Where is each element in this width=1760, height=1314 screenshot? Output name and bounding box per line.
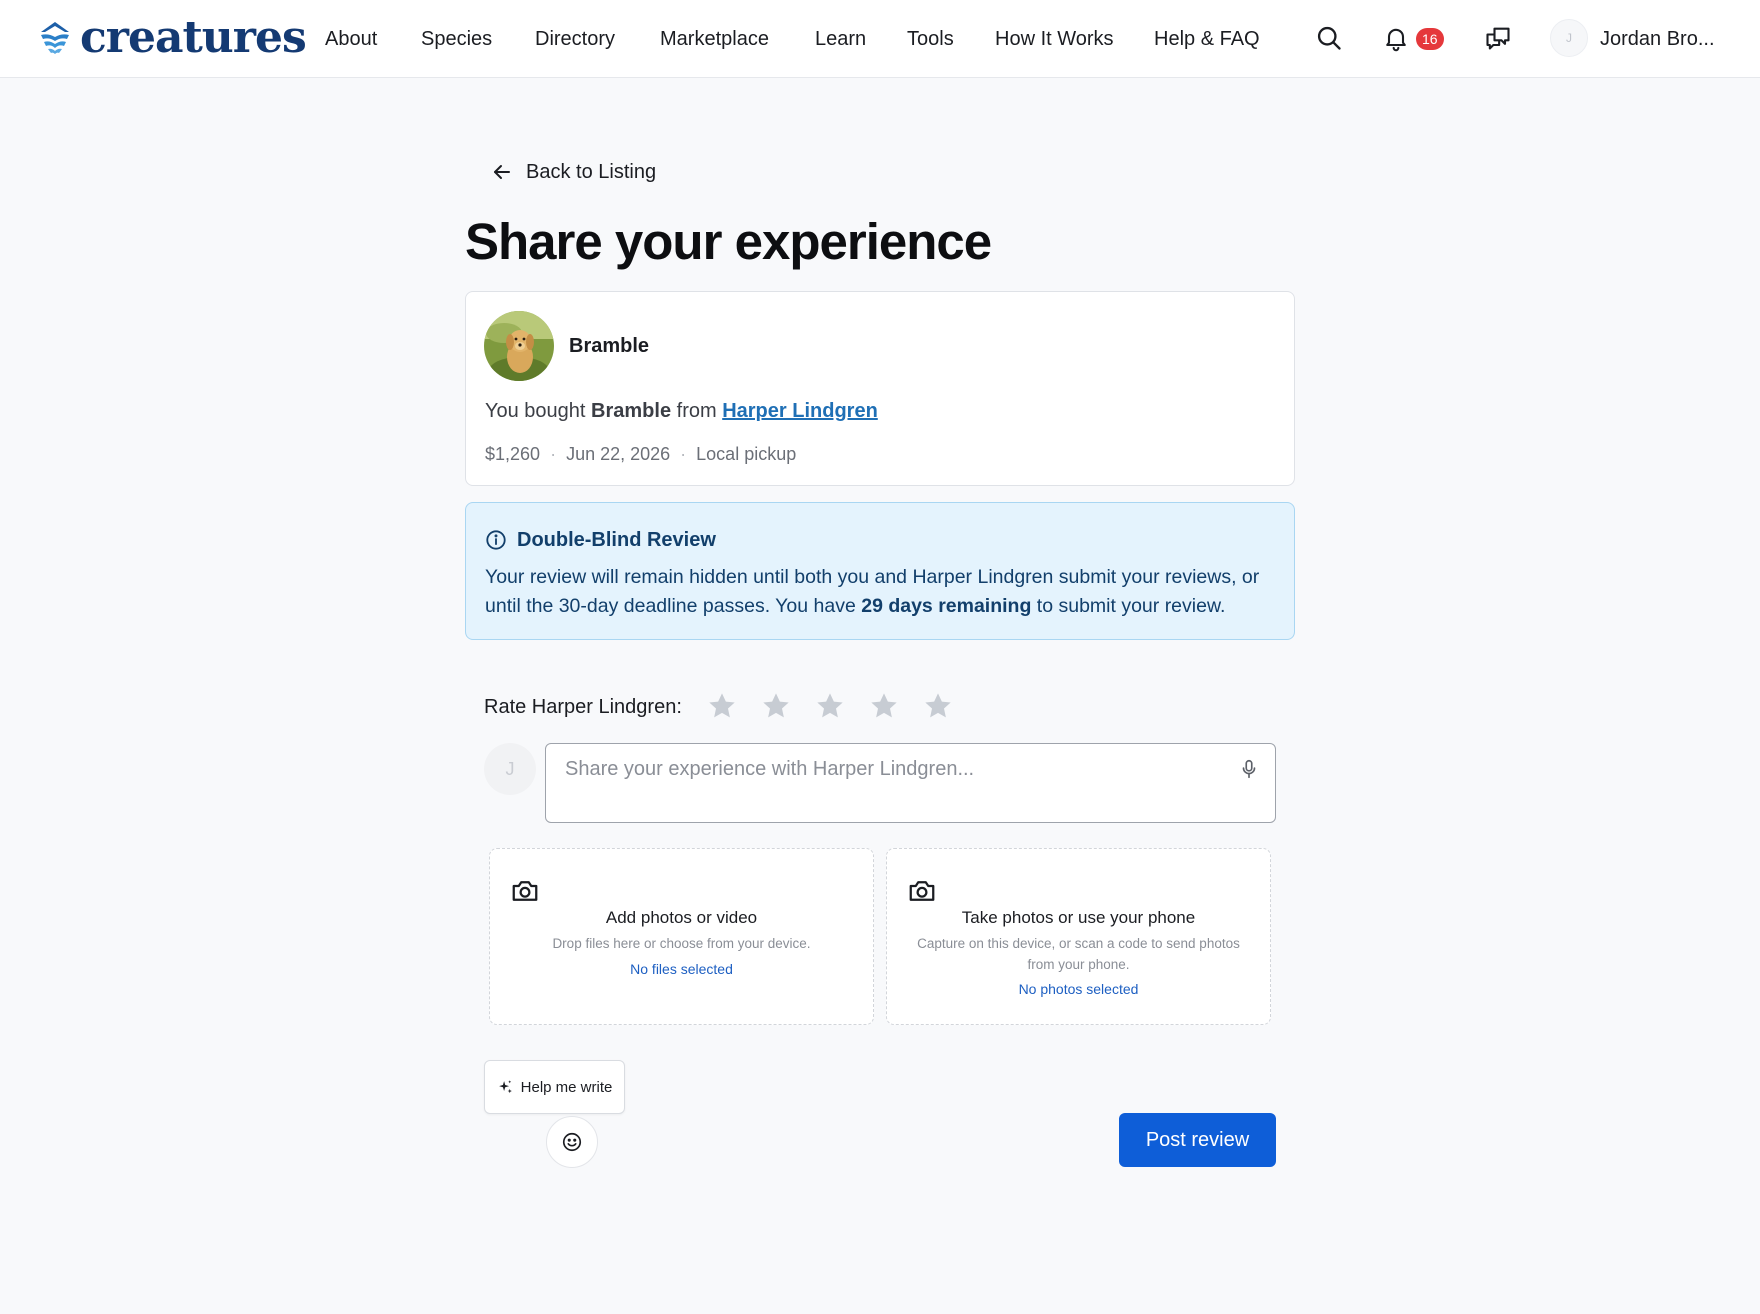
- star-1-icon[interactable]: [706, 690, 738, 722]
- notice-heading: Double-Blind Review: [485, 527, 716, 553]
- post-review-button[interactable]: Post review: [1119, 1113, 1276, 1167]
- nav-directory[interactable]: Directory: [535, 26, 615, 52]
- commenter-avatar: J: [484, 743, 536, 795]
- purchased-item: Bramble: [591, 400, 672, 422]
- notice-text: Your review will remain hidden until bot…: [485, 563, 1285, 621]
- top-navigation: creatures About Species Directory Market…: [0, 0, 1760, 78]
- search-icon[interactable]: [1313, 22, 1345, 54]
- camera-icon: [512, 881, 538, 901]
- phone-photos-dropzone[interactable]: Take photos or use your phone Capture on…: [886, 848, 1271, 1025]
- smiley-icon: [562, 1132, 582, 1152]
- upload-status: No photos selected: [1018, 981, 1139, 997]
- help-me-write-label: Help me write: [520, 1078, 613, 1096]
- logo-mark-icon: [41, 22, 69, 54]
- meta-separator: ·: [680, 444, 687, 464]
- upload-subtitle: Capture on this device, or scan a code t…: [917, 936, 1240, 972]
- meta-separator: ·: [550, 444, 557, 464]
- notice-text-end: to submit your review.: [1031, 595, 1226, 617]
- user-name[interactable]: Jordan Bro...: [1600, 26, 1715, 52]
- arrow-left-icon: [494, 165, 510, 179]
- emoji-picker-button[interactable]: [546, 1116, 598, 1168]
- purchase-price: $1,260: [485, 444, 541, 464]
- nav-how-it-works[interactable]: How It Works: [995, 26, 1114, 52]
- nav-tools[interactable]: Tools: [907, 26, 954, 52]
- rating-label: Rate Harper Lindgren:: [484, 696, 682, 718]
- help-me-write-button[interactable]: Help me write: [484, 1060, 625, 1114]
- notification-count-badge: 16: [1416, 28, 1444, 50]
- nav-about[interactable]: About: [325, 26, 377, 52]
- back-to-listing-link[interactable]: Back to Listing: [490, 160, 656, 184]
- camera-icon: [909, 881, 935, 901]
- sparkle-icon: [498, 1079, 512, 1093]
- messages-icon[interactable]: [1482, 22, 1514, 54]
- star-2-icon[interactable]: [760, 690, 792, 722]
- purchase-delivery: Local pickup: [696, 444, 797, 464]
- bell-icon[interactable]: [1380, 22, 1412, 54]
- nav-learn[interactable]: Learn: [815, 26, 866, 52]
- days-remaining: 29 days remaining: [861, 595, 1032, 617]
- nav-marketplace[interactable]: Marketplace: [660, 26, 769, 52]
- nav-help-faq[interactable]: Help & FAQ: [1154, 26, 1260, 52]
- upload-title: Take photos or use your phone: [961, 908, 1196, 927]
- page-title: Share your experience: [465, 213, 992, 270]
- back-link-label: Back to Listing: [526, 160, 657, 183]
- upload-title: Add photos or video: [605, 908, 758, 927]
- purchase-summary-card: Bramble You bought Bramble from Harper L…: [465, 291, 1295, 486]
- seller-link[interactable]: Harper Lindgren: [722, 400, 878, 422]
- star-5-icon[interactable]: [922, 690, 954, 722]
- add-photos-dropzone[interactable]: Add photos or video Drop files here or c…: [489, 848, 874, 1025]
- info-icon: [486, 530, 506, 550]
- microphone-icon[interactable]: [1238, 758, 1260, 780]
- pet-photo: [484, 311, 554, 381]
- purchase-description: You bought Bramble from Harper Lindgren: [485, 398, 878, 424]
- brand-wordmark: creatures: [80, 12, 307, 63]
- purchase-from: from: [671, 400, 723, 422]
- double-blind-notice: Double-Blind Review Your review will rem…: [465, 502, 1295, 640]
- purchase-meta: $1,260 · Jun 22, 2026 · Local pickup: [485, 442, 796, 466]
- pet-name: Bramble: [569, 335, 650, 357]
- star-rating: [706, 690, 954, 722]
- purchase-prefix: You bought: [485, 400, 592, 422]
- star-4-icon[interactable]: [868, 690, 900, 722]
- upload-status: No files selected: [630, 961, 733, 977]
- nav-species[interactable]: Species: [421, 26, 492, 52]
- notice-title: Double-Blind Review: [517, 529, 716, 551]
- upload-subtitle: Drop files here or choose from your devi…: [552, 936, 811, 951]
- purchase-date: Jun 22, 2026: [566, 444, 671, 464]
- star-3-icon[interactable]: [814, 690, 846, 722]
- user-avatar[interactable]: J: [1550, 19, 1588, 57]
- review-text-input[interactable]: [545, 743, 1276, 823]
- brand-logo[interactable]: creatures: [38, 12, 307, 63]
